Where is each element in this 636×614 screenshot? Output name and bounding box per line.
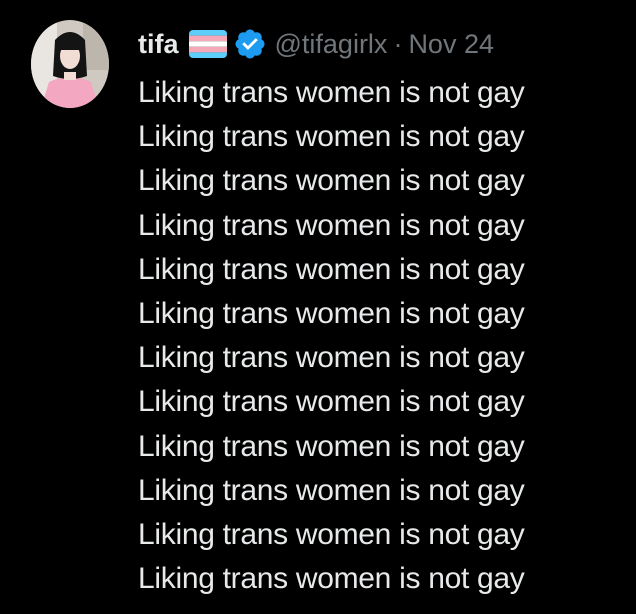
tweet-text-line: Liking trans women is not gay — [138, 76, 525, 109]
tweet[interactable]: tifa @tifagirlx · Nov 24 Liking trans wo… — [0, 0, 636, 614]
tweet-text: Liking trans women is not gay Liking tra… — [138, 71, 628, 601]
avatar[interactable] — [31, 20, 109, 108]
tweet-text-line: Liking trans women is not gay — [138, 429, 525, 463]
display-name[interactable]: tifa — [138, 29, 179, 60]
tweet-text-line: Liking trans women is not gay — [138, 473, 525, 507]
tweet-date[interactable]: Nov 24 — [408, 29, 494, 60]
author-handle[interactable]: @tifagirlx — [275, 29, 388, 60]
tweet-text-line: Liking trans women is not gay — [138, 164, 525, 198]
tweet-header: tifa @tifagirlx · Nov 24 — [138, 22, 494, 66]
tweet-text-line: Liking trans women is not gay — [138, 385, 525, 419]
tweet-text-line: Liking trans women is not gay — [138, 341, 525, 375]
avatar-image — [31, 20, 109, 108]
tweet-text-line: Liking trans women is not gay — [138, 297, 525, 331]
tweet-text-line: Liking trans women is not gay — [138, 208, 525, 242]
transgender-flag-icon — [188, 30, 227, 58]
tweet-text-line: Liking trans women is not gay — [138, 252, 525, 286]
header-separator: · — [393, 28, 403, 59]
tweet-text-line: Liking trans women is not gay — [138, 518, 525, 552]
tweet-text-line: Liking trans women is not gay — [138, 562, 525, 596]
tweet-text-line: Liking trans women is not gay — [138, 120, 525, 154]
verified-badge-icon[interactable] — [233, 27, 267, 61]
